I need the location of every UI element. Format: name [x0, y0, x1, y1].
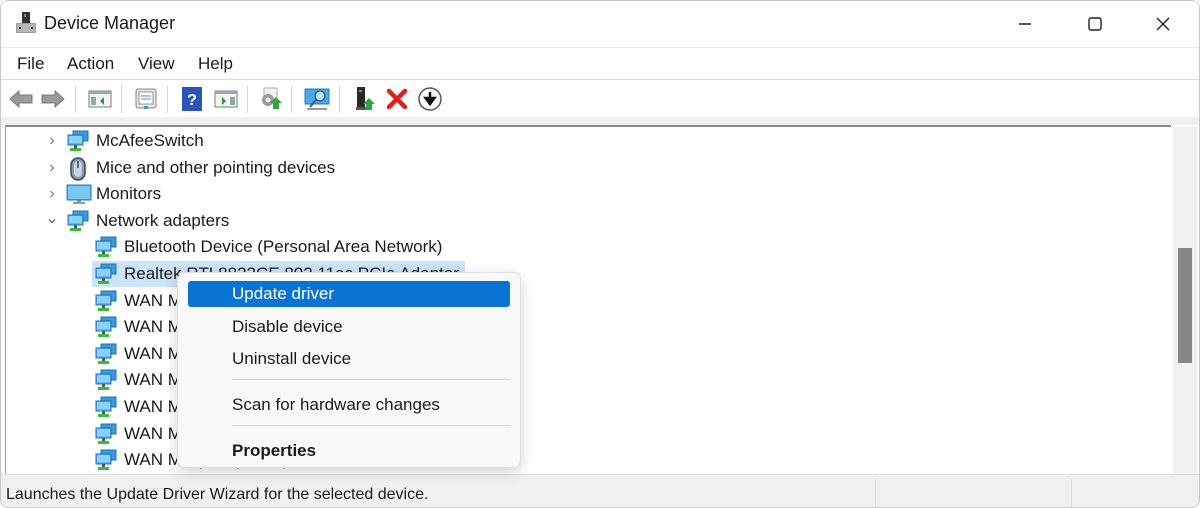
- menu-view[interactable]: View: [138, 54, 175, 74]
- toolbar: ?: [1, 81, 1199, 117]
- device-manager-app-icon: [15, 11, 37, 35]
- uninstall-icon: [386, 88, 408, 110]
- network-adapter-icon: [94, 236, 118, 258]
- tree-item-label: Mice and other pointing devices: [96, 157, 336, 177]
- disable-device-icon: [418, 87, 442, 111]
- monitor-icon: [66, 183, 92, 205]
- show-hide-console-tree-icon: [88, 90, 112, 108]
- forward-arrow-icon: [41, 89, 65, 109]
- network-adapter-icon: [66, 130, 90, 152]
- network-adapter-icon: [94, 290, 118, 312]
- context-menu-properties[interactable]: Properties: [188, 438, 510, 464]
- menu-file[interactable]: File: [17, 54, 44, 74]
- menu-help[interactable]: Help: [198, 54, 233, 74]
- maximize-button[interactable]: [1061, 1, 1129, 47]
- chevron-right-icon[interactable]: [46, 162, 58, 174]
- maximize-icon: [1088, 17, 1102, 31]
- toolbar-separator: [75, 85, 76, 113]
- show-hide-action-pane-button[interactable]: [212, 86, 240, 112]
- uninstall-button[interactable]: [383, 86, 411, 112]
- network-adapter-icon: [94, 449, 118, 471]
- context-menu-scan-hardware[interactable]: Scan for hardware changes: [188, 392, 510, 418]
- status-separator: [1071, 479, 1072, 507]
- chevron-right-icon[interactable]: [46, 135, 58, 147]
- tree-item[interactable]: Mice and other pointing devices: [50, 155, 341, 181]
- help-button[interactable]: ?: [178, 86, 206, 112]
- network-adapter-icon: [94, 423, 118, 445]
- tree-item[interactable]: McAfeeSwitch: [50, 128, 210, 154]
- back-button[interactable]: [7, 86, 35, 112]
- properties-button[interactable]: [132, 86, 160, 112]
- network-adapter-icon: [66, 210, 90, 232]
- context-menu-update-driver[interactable]: Update driver: [188, 281, 510, 307]
- tree-item-label: Network adapters: [96, 210, 230, 230]
- disable-device-button[interactable]: [416, 86, 444, 112]
- add-legacy-hardware-icon: [356, 87, 375, 110]
- tree-item-label: McAfeeSwitch: [96, 131, 204, 150]
- svg-text:?: ?: [187, 92, 197, 109]
- context-menu: Update driver Disable device Uninstall d…: [177, 272, 521, 468]
- window-title: Device Manager: [44, 13, 176, 33]
- network-adapter-icon: [94, 343, 118, 365]
- chevron-down-icon[interactable]: [46, 215, 58, 227]
- network-adapter-icon: [94, 396, 118, 418]
- menu-action[interactable]: Action: [67, 54, 114, 74]
- update-driver-button[interactable]: [257, 86, 285, 112]
- properties-icon: [135, 88, 157, 109]
- scan-hardware-button[interactable]: [303, 86, 331, 112]
- mouse-icon: [66, 156, 90, 181]
- status-separator: [875, 479, 876, 507]
- title-bar: Device Manager: [1, 1, 1199, 47]
- chevron-right-icon[interactable]: [46, 188, 58, 200]
- show-hide-action-pane-icon: [214, 90, 238, 108]
- network-adapter-icon: [94, 316, 118, 338]
- tree-item[interactable]: Network adapters: [48, 208, 235, 234]
- close-button[interactable]: [1129, 1, 1197, 47]
- tree-item-label: Monitors: [96, 184, 162, 204]
- network-adapter-icon: [94, 263, 118, 285]
- tree-item[interactable]: Bluetooth Device (Personal Area Network): [92, 234, 448, 260]
- tree-item-label: Bluetooth Device (Personal Area Network): [124, 237, 443, 257]
- add-drivers-button[interactable]: [351, 86, 379, 112]
- forward-button[interactable]: [39, 86, 67, 112]
- toolbar-separator: [121, 85, 122, 113]
- help-icon: ?: [182, 87, 202, 111]
- status-text: Launches the Update Driver Wizard for th…: [6, 486, 429, 503]
- context-menu-separator: [232, 425, 510, 426]
- network-adapter-icon: [94, 369, 118, 391]
- toolbar-separator: [167, 85, 168, 113]
- tree-item[interactable]: Monitors: [50, 181, 167, 207]
- scrollbar-thumb[interactable]: [1178, 248, 1192, 363]
- toolbar-separator: [247, 85, 248, 113]
- close-icon: [1156, 17, 1170, 31]
- show-hide-console-tree-button[interactable]: [86, 86, 114, 112]
- menu-bar: File Action View Help: [1, 47, 1199, 80]
- toolbar-separator: [291, 85, 292, 113]
- status-bar: Launches the Update Driver Wizard for th…: [1, 474, 1199, 507]
- toolbar-divider: [1, 117, 1199, 125]
- update-driver-icon: [262, 87, 282, 109]
- vertical-scrollbar[interactable]: [1173, 127, 1197, 474]
- context-menu-disable-device[interactable]: Disable device: [188, 314, 510, 340]
- toolbar-separator: [339, 85, 340, 113]
- context-menu-uninstall-device[interactable]: Uninstall device: [188, 346, 510, 372]
- scan-hardware-icon: [304, 88, 330, 110]
- context-menu-separator: [232, 379, 510, 380]
- device-manager-window: Device Manager File Action View Help ? M…: [0, 0, 1200, 508]
- minimize-button[interactable]: [991, 1, 1059, 47]
- minimize-icon: [1019, 23, 1031, 25]
- back-arrow-icon: [9, 89, 33, 109]
